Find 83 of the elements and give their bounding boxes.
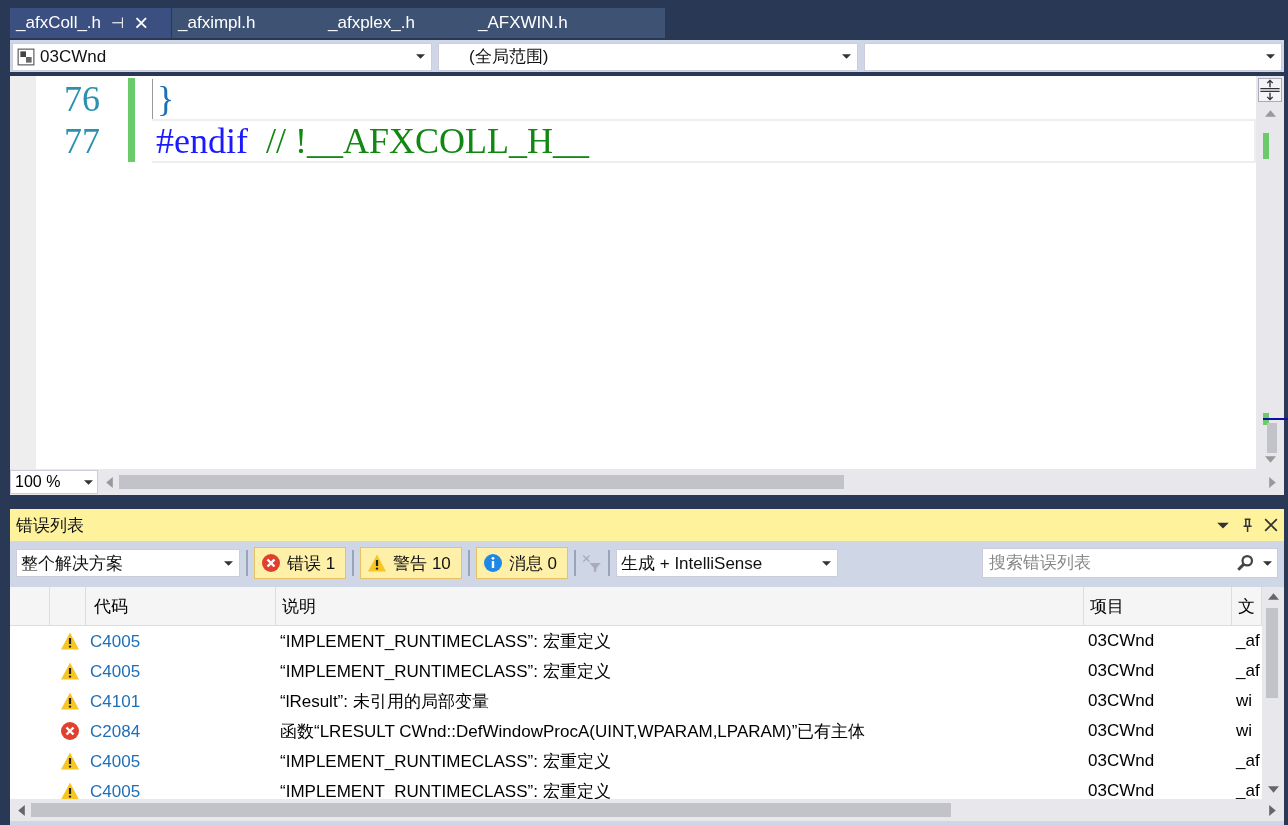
table-cell-text: _af	[1234, 781, 1261, 799]
dropdown-caret-icon	[1263, 561, 1272, 566]
error-code-link[interactable]: C4101	[86, 690, 276, 712]
horizontal-scrollbar[interactable]	[10, 799, 1284, 821]
scroll-down-icon[interactable]	[1267, 786, 1279, 793]
close-icon[interactable]: ×	[134, 10, 149, 35]
filter-toggle-button[interactable]: 警告 10	[360, 547, 462, 579]
table-cell-text: 03CWnd	[1087, 661, 1156, 681]
table-cell-text: 03CWnd	[1087, 691, 1156, 711]
search-field[interactable]: 搜索错误列表	[982, 548, 1278, 578]
preprocessor-keyword: #endif	[156, 119, 248, 162]
scroll-thumb[interactable]	[1266, 608, 1278, 698]
pin-icon[interactable]: ⊣	[111, 13, 125, 32]
dropdown-caret-icon	[224, 560, 233, 566]
class-icon	[17, 47, 35, 66]
table-cell-text: “lResult”: 未引用的局部变量	[279, 690, 490, 713]
split-icon[interactable]	[1258, 77, 1282, 102]
dropdown-caret-icon	[416, 54, 425, 60]
zoom-dropdown[interactable]: 100 %	[10, 470, 98, 495]
warning-icon	[60, 631, 80, 651]
table-cell-text: “IMPLEMENT_RUNTIMECLASS”: 宏重定义	[279, 660, 612, 683]
error-code-link[interactable]: C2084	[86, 720, 276, 742]
error-code-link[interactable]: C4005	[86, 630, 276, 652]
table-cell-text: _af	[1234, 751, 1261, 771]
code-comment: // !__AFXCOLL_H__	[265, 119, 589, 162]
scroll-up-icon[interactable]	[1264, 109, 1276, 117]
column-header[interactable]: 说明	[276, 587, 1084, 625]
member-dropdown[interactable]	[864, 42, 1282, 71]
filter-toggle-button[interactable]: 错误 1	[254, 547, 347, 579]
table-cell-text: “IMPLEMENT_RUNTIMECLASS”: 宏重定义	[279, 780, 612, 799]
scroll-right-icon[interactable]	[1269, 476, 1276, 488]
error-icon	[261, 553, 281, 573]
table-cell-text: _af	[1234, 631, 1261, 651]
scroll-thumb[interactable]	[1267, 422, 1277, 453]
table-cell-text: _af	[1234, 661, 1261, 681]
warning-icon	[60, 781, 80, 799]
vertical-scrollbar[interactable]	[1262, 587, 1284, 799]
warning-icon	[60, 751, 80, 771]
column-header[interactable]: 项目	[1084, 587, 1232, 625]
search-icon	[1236, 554, 1254, 572]
clear-filter-icon[interactable]	[582, 553, 602, 573]
warning-icon	[60, 661, 80, 681]
info-icon	[482, 553, 503, 573]
filter-toggle-button[interactable]: 消息 0	[475, 547, 568, 579]
error-code-link[interactable]: C4005	[86, 780, 276, 799]
warning-icon	[367, 553, 388, 573]
close-icon[interactable]	[1264, 518, 1278, 532]
file-tab[interactable]: _afxColl_.h ⊣ ×	[10, 8, 172, 38]
table-cell-text: wi	[1235, 721, 1254, 741]
change-marker	[1263, 132, 1269, 159]
table-cell-text: “IMPLEMENT_RUNTIMECLASS”: 宏重定义	[279, 750, 612, 773]
table-cell-text: “IMPLEMENT_RUNTIMECLASS”: 宏重定义	[279, 630, 612, 653]
scope-dropdown[interactable]: 整个解决方案	[16, 549, 240, 577]
code-text: }	[157, 77, 175, 120]
line-number: 76	[63, 77, 101, 120]
column-header[interactable]: 代码	[86, 587, 276, 625]
source-dropdown[interactable]: 生成 + IntelliSense	[616, 549, 838, 577]
scroll-left-icon[interactable]	[106, 476, 113, 488]
scope-dropdown[interactable]: (全局范围)	[438, 42, 858, 71]
scroll-down-icon[interactable]	[1264, 456, 1276, 464]
error-icon	[60, 721, 80, 741]
scroll-up-icon[interactable]	[1267, 593, 1279, 600]
caret-position-marker	[1263, 417, 1288, 420]
scroll-left-icon[interactable]	[18, 804, 25, 816]
table-cell-text: 03CWnd	[1087, 781, 1156, 799]
scroll-thumb[interactable]	[31, 803, 951, 817]
dropdown-caret-icon	[84, 479, 93, 485]
error-code-link[interactable]: C4005	[86, 750, 276, 772]
table-cell-text: 03CWnd	[1087, 721, 1156, 741]
line-number: 77	[63, 119, 101, 162]
scroll-right-icon[interactable]	[1269, 804, 1276, 816]
warning-icon	[60, 691, 80, 711]
project-dropdown[interactable]: 03CWnd	[12, 42, 432, 71]
table-cell-text: wi	[1235, 691, 1254, 711]
dropdown-caret-icon	[1266, 54, 1275, 60]
scroll-thumb[interactable]	[119, 475, 844, 490]
table-cell-text: 03CWnd	[1087, 751, 1156, 771]
dropdown-caret-icon	[822, 560, 831, 566]
dropdown-caret-icon	[842, 54, 851, 60]
panel-title: 错误列表	[16, 514, 84, 537]
error-code-link[interactable]: C4005	[86, 660, 276, 682]
table-cell-text: 03CWnd	[1087, 631, 1156, 651]
table-cell-text: 函数“LRESULT CWnd::DefWindowProcA(UINT,WPARAM,LPARAM)”已有主体	[279, 720, 867, 743]
